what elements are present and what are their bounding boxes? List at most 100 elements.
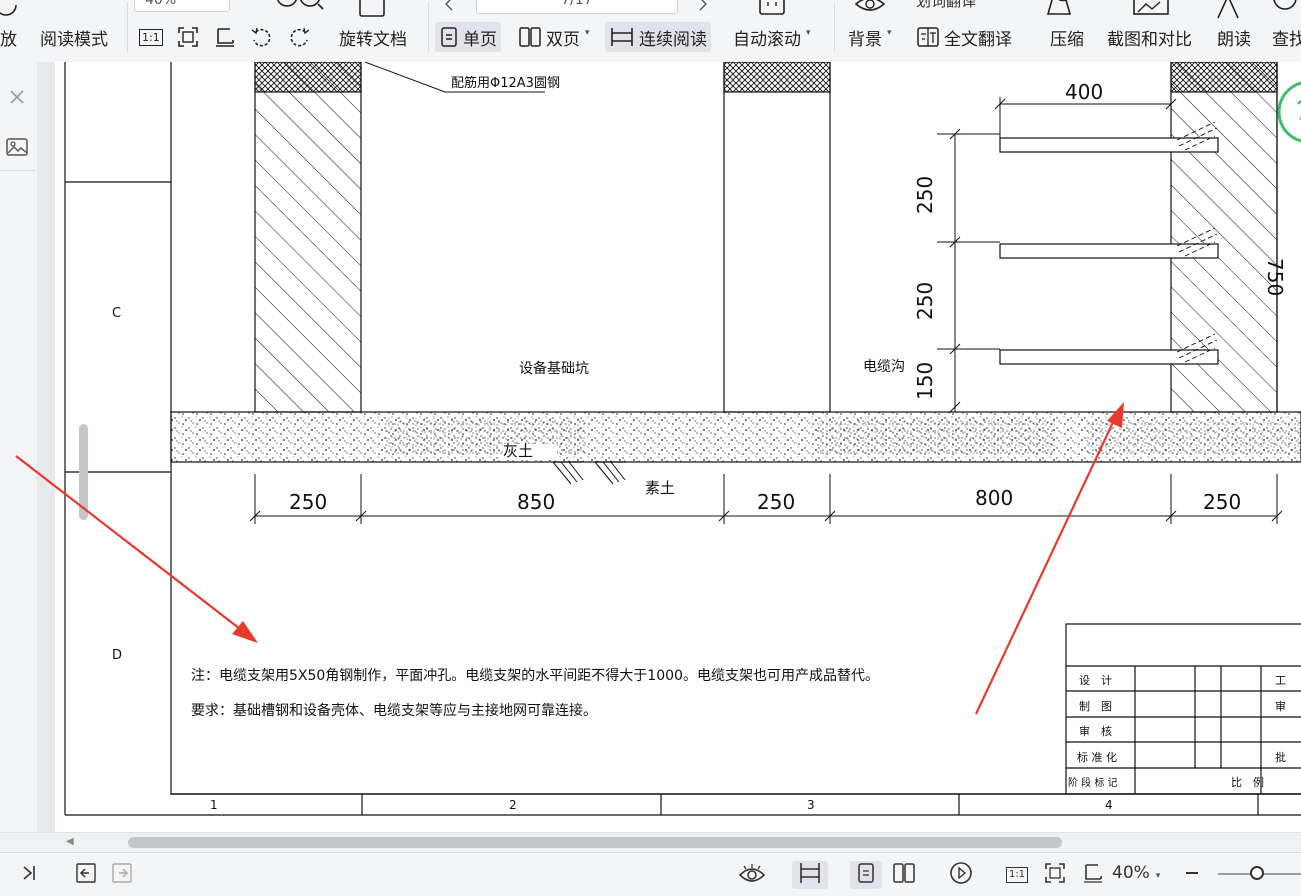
document-viewport[interactable]: 配筋用Φ12A3圆钢 设备基础坑 电缆沟 灰土 素土 C D 1 2 3 4 2…: [37, 62, 1301, 832]
fit-page-status-button[interactable]: [1040, 861, 1070, 889]
one-to-one-icon: 1:1: [1005, 867, 1029, 883]
dim-850: 850: [517, 490, 556, 514]
continuous-read-icon: [609, 26, 635, 48]
one-to-one-icon: 1:1: [139, 28, 163, 46]
fit-width-icon: [1081, 862, 1105, 888]
close-panel-button[interactable]: [4, 86, 30, 112]
double-page-button[interactable]: 双页 ▾: [518, 22, 590, 52]
fit-width-status-button[interactable]: [1078, 861, 1108, 889]
double-page-icon: [518, 26, 542, 48]
col-label-4: 4: [1105, 798, 1113, 812]
rotate-document-button[interactable]: 旋转文档: [339, 22, 407, 52]
single-page-button[interactable]: 单页: [435, 22, 501, 52]
tb-right-1: 工: [1275, 674, 1286, 687]
compress-button[interactable]: 压缩: [1050, 22, 1084, 52]
read-mode-button[interactable]: 阅读模式: [40, 22, 108, 52]
forward-icon: [111, 862, 133, 888]
find-button[interactable]: 查找: [1272, 22, 1301, 52]
rotate-right-button[interactable]: [287, 22, 311, 52]
plain-soil-label: 素土: [645, 479, 676, 497]
previous-view-button[interactable]: [72, 861, 100, 889]
col-label-1: 1: [210, 798, 218, 812]
equipment-pit-label: 设备基础坑: [519, 361, 589, 377]
top-toolbar: 40% 7/17 放 阅读模式 1:1 旋转文档 单页 双页 ▾ 连续阅读 自动滚…: [0, 0, 1301, 63]
tb-right-3: 批: [1275, 751, 1286, 764]
toolbar-partial-icons: [0, 0, 1297, 19]
continuous-mode-button[interactable]: [792, 861, 828, 889]
top-rebar-label: 配筋用Φ12A3圆钢: [451, 76, 560, 91]
col-label-2: 2: [509, 798, 517, 812]
eye-protection-button[interactable]: [736, 861, 768, 889]
note-line-1: 注：电缆支架用5X50角钢制作，平面冲孔。电缆支架的水平间距不得大于1000。电…: [191, 668, 879, 684]
fit-width-icon: [213, 26, 237, 48]
read-aloud-button[interactable]: 朗读: [1217, 22, 1251, 52]
row-label-c: C: [112, 306, 122, 321]
note-line-2: 要求：基础槽钢和设备壳体、电缆支架等应与主接地网可靠连接。: [191, 703, 597, 719]
single-page-icon: [439, 26, 459, 48]
fit-page-button[interactable]: [177, 22, 199, 52]
single-page-icon: [856, 862, 876, 888]
dim-vertical-150: 150: [913, 361, 937, 400]
single-page-mode-button[interactable]: [850, 861, 882, 889]
actual-size-status-button[interactable]: 1:1: [1002, 861, 1032, 889]
soil-layers: [170, 411, 1301, 485]
rotate-right-icon: [287, 26, 311, 48]
tb-draw: 制 图: [1079, 700, 1112, 713]
skip-end-icon: [19, 863, 39, 887]
tb-standard: 标 准 化: [1077, 751, 1117, 764]
row-label-d: D: [112, 648, 123, 663]
background-button[interactable]: 背景 ▾: [848, 22, 892, 52]
panel-divider: [0, 170, 36, 171]
tb-scale: 比 例: [1231, 776, 1264, 789]
vertical-scrollbar-thumb[interactable]: [79, 424, 88, 520]
auto-scroll-button[interactable]: 自动滚动 ▾: [733, 22, 811, 52]
double-page-mode-button[interactable]: [888, 861, 920, 889]
rotate-left-button[interactable]: [250, 22, 274, 52]
image-panel-button[interactable]: [4, 136, 30, 162]
chevron-down-icon: ▾: [585, 28, 590, 38]
close-icon: [8, 88, 26, 110]
horizontal-scrollbar-thumb[interactable]: [128, 837, 1062, 848]
tb-stage: 阶 段 标 记: [1068, 778, 1118, 789]
dim-250-a: 250: [289, 490, 328, 514]
back-icon: [75, 862, 97, 888]
double-page-icon: [892, 862, 916, 888]
continuous-read-button[interactable]: 连续阅读: [605, 22, 711, 52]
continuous-read-icon: [798, 861, 822, 889]
horizontal-scrollbar[interactable]: ◀: [0, 832, 1301, 853]
tb-right-2: 审: [1275, 700, 1286, 713]
dim-vertical-250-b: 250: [913, 281, 937, 320]
dim-400: 400: [1065, 80, 1104, 104]
eye-icon: [738, 862, 766, 888]
screenshot-compare-button[interactable]: 截图和对比: [1107, 22, 1192, 52]
rotate-left-icon: [250, 26, 274, 48]
next-view-button[interactable]: [108, 861, 136, 889]
zoom-tool-button[interactable]: 放: [0, 22, 17, 52]
fit-page-icon: [1044, 862, 1066, 888]
image-icon: [6, 137, 28, 161]
translate-icon: [916, 26, 940, 48]
last-page-button[interactable]: [16, 861, 42, 889]
actual-size-button[interactable]: 1:1: [139, 22, 163, 52]
dim-800: 800: [975, 486, 1014, 510]
zoom-slider-handle[interactable]: [1250, 866, 1264, 880]
lime-soil-label: 灰土: [503, 442, 534, 460]
col-label-3: 3: [807, 798, 815, 812]
cable-trench-label: 电缆沟: [863, 359, 905, 375]
fit-page-icon: [177, 26, 199, 48]
chevron-down-icon: ▾: [806, 28, 811, 38]
minus-icon: [1184, 865, 1200, 885]
chevron-down-icon: ▾: [887, 28, 892, 38]
dim-vertical-250-a: 250: [913, 175, 937, 214]
scroll-left-arrow-icon[interactable]: ◀: [66, 836, 74, 847]
zoom-out-button[interactable]: [1180, 861, 1204, 889]
zoom-level-dropdown[interactable]: 40% ▾: [1112, 863, 1160, 883]
play-slideshow-button[interactable]: [946, 861, 976, 889]
cad-drawing-page: 配筋用Φ12A3圆钢 设备基础坑 电缆沟 灰土 素土 C D 1 2 3 4 2…: [55, 62, 1301, 832]
fit-width-button[interactable]: [213, 22, 237, 52]
tb-review: 审 核: [1079, 725, 1112, 738]
full-translate-button[interactable]: 全文翻译: [916, 22, 1012, 52]
chevron-down-icon: ▾: [1155, 871, 1161, 881]
dim-250-c: 250: [1203, 490, 1242, 514]
dim-edge-partial: 750: [1263, 258, 1287, 297]
